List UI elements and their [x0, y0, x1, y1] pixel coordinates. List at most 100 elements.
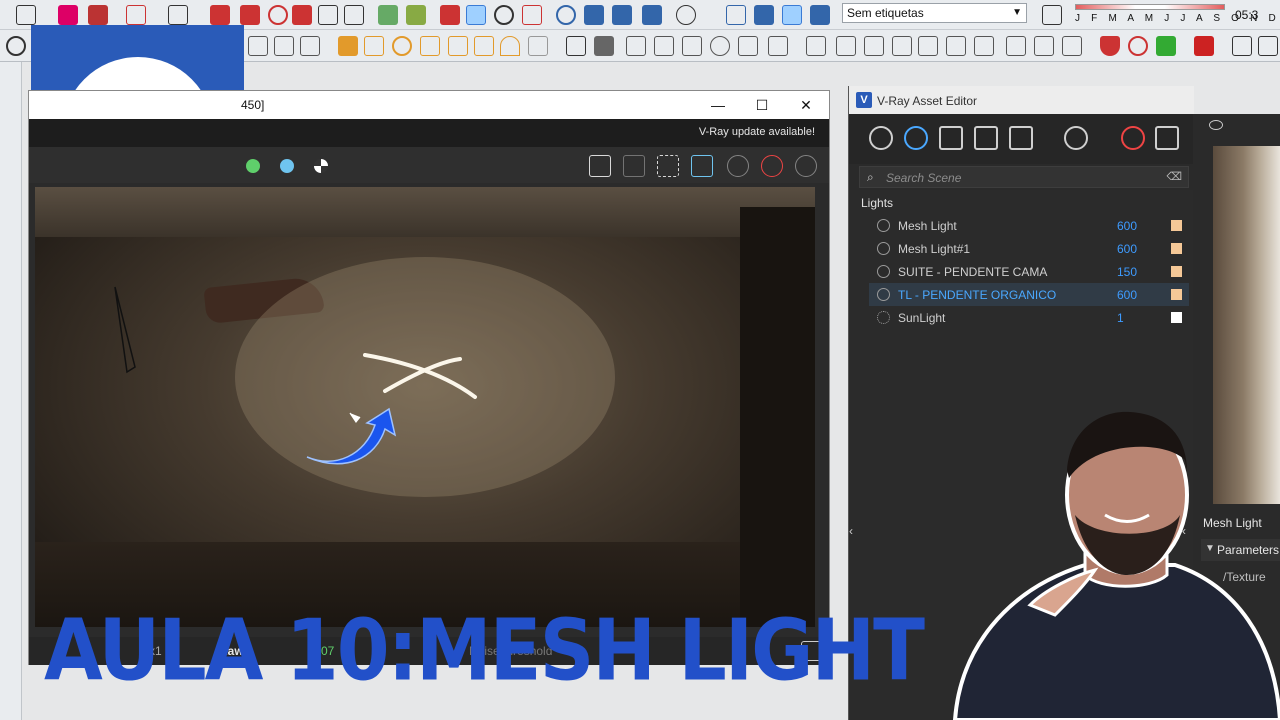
render-teapot-icon[interactable] [727, 155, 749, 177]
robot-icon[interactable] [1062, 36, 1082, 56]
union-icon[interactable] [626, 36, 646, 56]
stop-render-icon[interactable] [761, 155, 783, 177]
green-channel-icon[interactable] [246, 159, 260, 173]
rotate-tool-icon[interactable] [268, 5, 288, 25]
subtract-icon[interactable] [654, 36, 674, 56]
group-icon[interactable] [274, 36, 294, 56]
light-item[interactable]: SUITE - PENDENTE CAMA 150 [869, 260, 1189, 283]
settings-icon[interactable] [6, 36, 26, 56]
preview-toggle-icon[interactable] [1209, 120, 1223, 130]
trim-icon[interactable] [682, 36, 702, 56]
section-cut-icon[interactable] [612, 5, 632, 25]
user-icon[interactable] [676, 5, 696, 25]
shadow-month-slider[interactable] [1075, 4, 1225, 10]
clear-search-icon[interactable]: ⌫ [1166, 170, 1182, 183]
layers-icon[interactable] [1232, 36, 1252, 56]
recycle-icon[interactable] [1156, 36, 1176, 56]
interactive-render-icon[interactable] [795, 155, 817, 177]
brick-icon[interactable] [1194, 36, 1214, 56]
shield-icon[interactable] [1100, 36, 1120, 56]
panel-icon[interactable] [1258, 36, 1278, 56]
scene-search[interactable]: ⌕ Search Scene ⌫ [859, 166, 1189, 188]
eraser-icon[interactable] [1042, 5, 1062, 25]
textures-tab-icon[interactable] [974, 126, 998, 150]
lock-icon[interactable] [300, 36, 320, 56]
settings-tab-icon[interactable] [1064, 126, 1088, 150]
move-tool-icon[interactable] [240, 5, 260, 25]
hand-tool-icon[interactable] [768, 36, 788, 56]
position-camera-icon[interactable] [754, 5, 774, 25]
circle-tool-icon[interactable] [392, 36, 412, 56]
push-pull-icon[interactable] [210, 5, 230, 25]
light-intensity[interactable]: 600 [1117, 219, 1137, 233]
solid-tools-icon[interactable] [338, 36, 358, 56]
burst-tool-icon[interactable] [474, 36, 494, 56]
triangle-tool-icon[interactable] [420, 36, 440, 56]
geometry-tab-icon[interactable] [939, 126, 963, 150]
light-item-selected[interactable]: TL - PENDENTE ORGANICO 600 [869, 283, 1189, 306]
pencil-tool-icon[interactable] [88, 5, 108, 25]
light-color-swatch[interactable] [1171, 312, 1182, 323]
track-mouse-icon[interactable] [691, 155, 713, 177]
light-intensity[interactable]: 600 [1117, 242, 1137, 256]
paint-bucket-icon[interactable] [406, 5, 426, 25]
grid-icon[interactable] [946, 36, 966, 56]
pan-tool-icon[interactable] [466, 5, 486, 25]
light-color-swatch[interactable] [1171, 243, 1182, 254]
section-display-icon[interactable] [584, 5, 604, 25]
clear-icon[interactable] [623, 155, 645, 177]
minimize-icon[interactable]: — [707, 95, 729, 115]
paint-icon[interactable] [1128, 36, 1148, 56]
field-of-view-icon[interactable] [810, 5, 830, 25]
dome-tool-icon[interactable] [500, 36, 520, 56]
zoom-tool-icon[interactable] [494, 5, 514, 25]
close-icon[interactable]: ✕ [795, 95, 817, 115]
update-notice[interactable]: V-Ray update available! [699, 126, 815, 138]
split-solid-icon[interactable] [738, 36, 758, 56]
table-grid-icon[interactable] [1006, 36, 1026, 56]
sandbox-icon[interactable] [364, 36, 384, 56]
tape-measure-icon[interactable] [378, 5, 398, 25]
pipe-tool-icon[interactable] [528, 36, 548, 56]
rectangle-tool-icon[interactable] [168, 5, 188, 25]
light-color-swatch[interactable] [1171, 289, 1182, 300]
render-elements-tab-icon[interactable] [1009, 126, 1033, 150]
light-item[interactable]: SunLight 1 [869, 306, 1189, 329]
frame-buffer-icon[interactable] [1155, 126, 1179, 150]
light-item[interactable]: Mesh Light 600 [869, 214, 1189, 237]
section-fill-icon[interactable] [642, 5, 662, 25]
cube-icon[interactable] [836, 36, 856, 56]
car-icon[interactable] [806, 36, 826, 56]
render-teapot-icon[interactable] [1121, 126, 1145, 150]
light-color-swatch[interactable] [1171, 266, 1182, 277]
offset-tool-icon[interactable] [344, 5, 364, 25]
chair-icon[interactable] [1034, 36, 1054, 56]
outer-shell-icon[interactable] [566, 36, 586, 56]
tilt-icon[interactable] [892, 36, 912, 56]
split-icon[interactable] [710, 36, 730, 56]
orbit-tool-icon[interactable] [440, 5, 460, 25]
collapse-left-icon[interactable]: ‹ [849, 524, 861, 544]
walk-tool-icon[interactable] [726, 5, 746, 25]
shape-tool-icon[interactable] [126, 5, 146, 25]
materials-tab-icon[interactable] [869, 126, 893, 150]
light-item[interactable]: Mesh Light#1 600 [869, 237, 1189, 260]
pencil-icon[interactable] [918, 36, 938, 56]
box-icon[interactable] [864, 36, 884, 56]
select-tool-icon[interactable] [16, 5, 36, 25]
component-icon[interactable] [248, 36, 268, 56]
blue-channel-icon[interactable] [280, 159, 294, 173]
light-intensity[interactable]: 1 [1117, 311, 1124, 325]
scale-tool-icon[interactable] [318, 5, 338, 25]
light-intensity[interactable]: 150 [1117, 265, 1137, 279]
save-icon[interactable] [589, 155, 611, 177]
zoom-extents-icon[interactable] [522, 5, 542, 25]
edit-icon[interactable] [974, 36, 994, 56]
render-viewport[interactable] [35, 187, 815, 627]
region-render-icon[interactable] [657, 155, 679, 177]
look-around-icon[interactable] [782, 5, 802, 25]
light-color-swatch[interactable] [1171, 220, 1182, 231]
light-intensity[interactable]: 600 [1117, 288, 1137, 302]
intersect-icon[interactable] [594, 36, 614, 56]
lights-tab-icon[interactable] [904, 126, 928, 150]
